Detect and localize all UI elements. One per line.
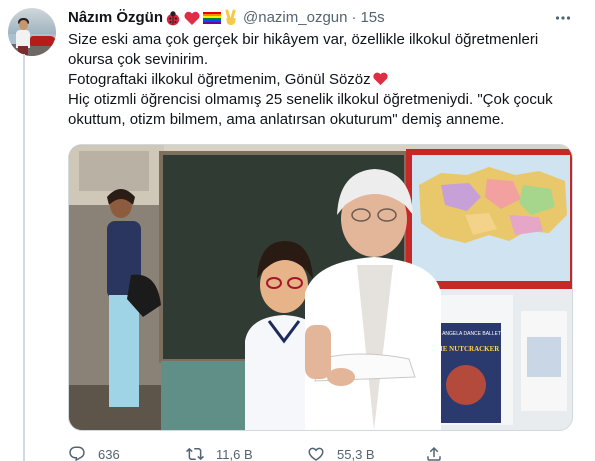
share-icon bbox=[427, 446, 441, 461]
like-count: 55,3 B bbox=[337, 446, 375, 461]
rainbow-flag-emoji bbox=[202, 10, 222, 26]
avatar[interactable] bbox=[8, 8, 56, 56]
reply-button[interactable]: 636 bbox=[68, 445, 186, 461]
tweet-photo[interactable]: THE ANGELA DANCE BALLET THE NUTCRACKER bbox=[68, 144, 573, 431]
reply-count: 636 bbox=[98, 446, 120, 461]
ladybug-emoji bbox=[164, 9, 182, 27]
tweet-content: Nâzım Özgün @nazim_ozgun · 15s Size eski… bbox=[68, 8, 573, 461]
tweet-text: Size eski ama çok gerçek bir hikâyem var… bbox=[68, 30, 573, 130]
more-icon[interactable] bbox=[553, 8, 573, 28]
tweet-timestamp[interactable]: 15s bbox=[360, 8, 384, 28]
tweet-line-text: Fotograftaki ilkokul öğretmenim, Gönül S… bbox=[68, 71, 371, 88]
tweet-header: Nâzım Özgün @nazim_ozgun · 15s bbox=[68, 8, 573, 28]
poster-title: THE NUTCRACKER bbox=[433, 345, 501, 353]
poster-small-text: THE ANGELA DANCE BALLET bbox=[431, 331, 501, 337]
tweet-line: okursa çok sevinirim. bbox=[68, 51, 209, 68]
like-button[interactable]: 55,3 B bbox=[307, 445, 425, 461]
red-heart-emoji bbox=[183, 9, 201, 27]
author-handle[interactable]: @nazim_ozgun bbox=[243, 8, 347, 28]
tweet-line: Size eski ama çok gerçek bir hikâyem var… bbox=[68, 31, 539, 48]
separator-dot: · bbox=[351, 9, 357, 26]
victory-hand-emoji bbox=[223, 9, 239, 27]
share-button[interactable] bbox=[425, 445, 455, 461]
avatar-column bbox=[8, 8, 56, 56]
tweet[interactable]: Nâzım Özgün @nazim_ozgun · 15s Size eski… bbox=[0, 0, 595, 461]
red-heart-emoji bbox=[372, 70, 389, 87]
tweet-line: okuttum, otizm bilmem, ama anlatırsan ok… bbox=[68, 111, 505, 128]
tweet-line: Hiç otizmli öğrencisi olmamış 25 senelik… bbox=[68, 91, 553, 108]
reply-icon bbox=[69, 446, 85, 461]
retweet-icon bbox=[186, 447, 204, 461]
like-icon bbox=[308, 447, 324, 461]
thread-line bbox=[23, 54, 25, 461]
author-name[interactable]: Nâzım Özgün bbox=[68, 8, 163, 28]
tweet-line: Fotograftaki ilkokul öğretmenim, Gönül S… bbox=[68, 70, 573, 90]
retweet-button[interactable]: 11,6 B bbox=[186, 445, 307, 461]
tweet-actions: 636 11,6 B 55,3 B bbox=[68, 444, 488, 461]
retweet-count: 11,6 B bbox=[216, 446, 253, 461]
